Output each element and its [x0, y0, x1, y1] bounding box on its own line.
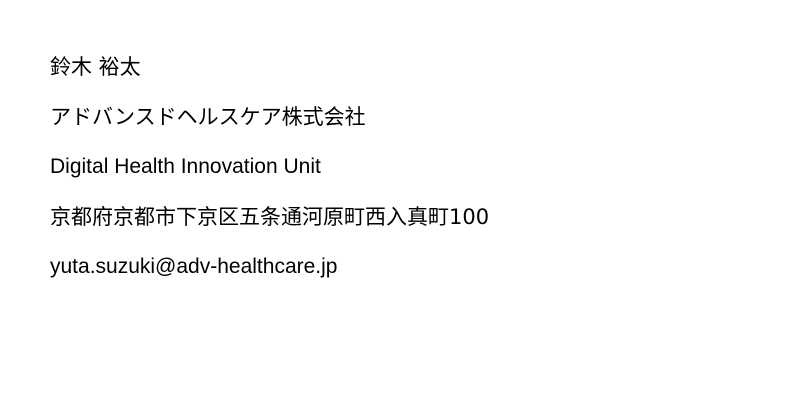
contact-name: 鈴木 裕太 [50, 55, 141, 79]
email-address: yuta.suzuki@adv-healthcare.jp [50, 255, 338, 278]
postal-address: 京都府京都市下京区五条通河原町西入真町100 [50, 205, 490, 229]
department-unit: Digital Health Innovation Unit [50, 155, 321, 178]
company-name: アドバンスドヘルスケア株式会社 [50, 105, 366, 129]
